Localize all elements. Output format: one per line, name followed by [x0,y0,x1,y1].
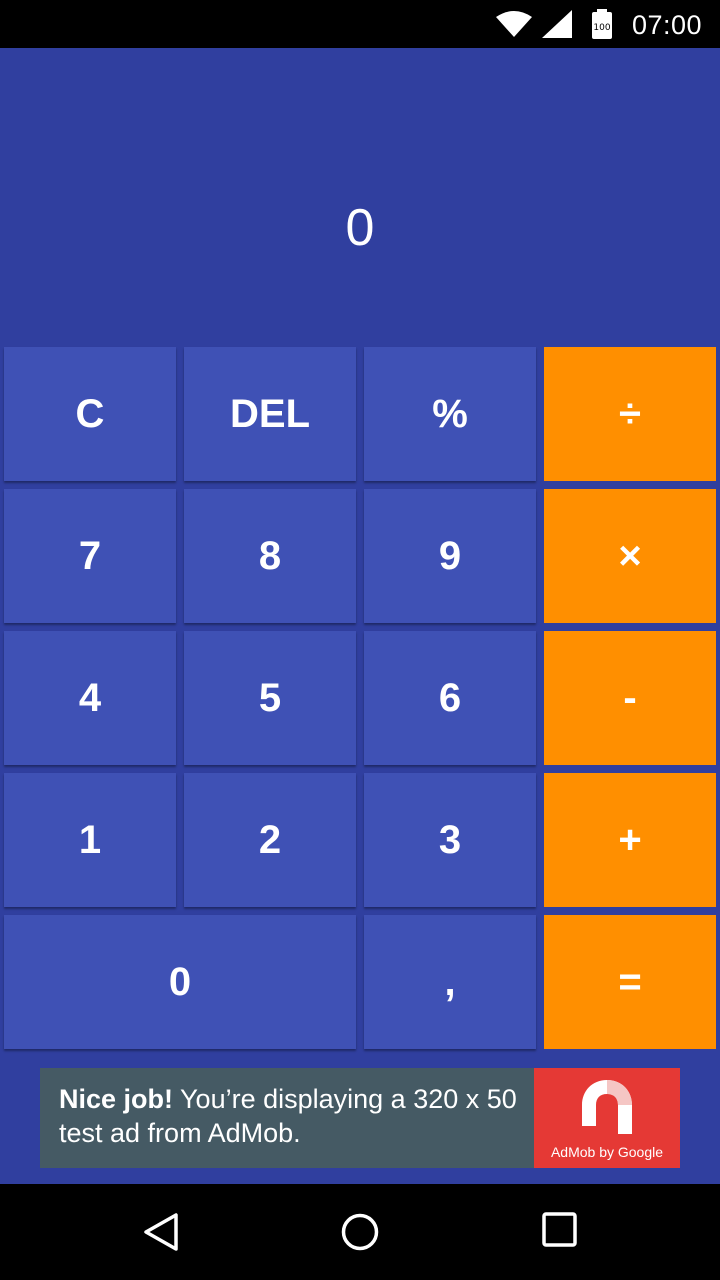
delete-button[interactable]: DEL [184,347,356,481]
digit-1-button[interactable]: 1 [4,773,176,907]
battery-icon: 100 [592,9,612,39]
digit-4-button[interactable]: 4 [4,631,176,765]
keypad: C DEL % ÷ 7 8 9 × 4 5 6 - 1 2 3 + 0 , = [0,340,720,1056]
cell-signal-icon [542,10,572,38]
ad-text: Nice job! You’re displaying a 320 x 50 t… [59,1082,539,1150]
digit-5-button[interactable]: 5 [184,631,356,765]
digit-0-button[interactable]: 0 [4,915,356,1049]
calculator-display: 0 [0,48,720,340]
divide-button[interactable]: ÷ [544,347,716,481]
clear-button[interactable]: C [4,347,176,481]
display-value: 0 [345,199,375,257]
admob-logo: AdMob by Google [534,1068,680,1168]
navigation-bar [0,1184,720,1280]
digit-2-button[interactable]: 2 [184,773,356,907]
battery-level: 100 [593,23,610,33]
home-icon[interactable] [340,1212,380,1252]
add-button[interactable]: + [544,773,716,907]
digit-7-button[interactable]: 7 [4,489,176,623]
multiply-button[interactable]: × [544,489,716,623]
decimal-comma-button[interactable]: , [364,915,536,1049]
digit-8-button[interactable]: 8 [184,489,356,623]
back-icon[interactable] [142,1212,180,1252]
percent-button[interactable]: % [364,347,536,481]
admob-icon [582,1080,632,1134]
ad-bold-text: Nice job! [59,1084,174,1114]
digit-6-button[interactable]: 6 [364,631,536,765]
digit-3-button[interactable]: 3 [364,773,536,907]
admob-test-ad-banner[interactable]: Nice job! You’re displaying a 320 x 50 t… [40,1068,680,1168]
admob-caption: AdMob by Google [550,1144,664,1160]
status-time: 07:00 [632,10,703,40]
equals-button[interactable]: = [544,915,716,1049]
subtract-button[interactable]: - [544,631,716,765]
status-bar: 100 07:00 [0,0,720,48]
recent-apps-icon[interactable] [542,1212,578,1248]
wifi-icon [496,11,532,37]
digit-9-button[interactable]: 9 [364,489,536,623]
